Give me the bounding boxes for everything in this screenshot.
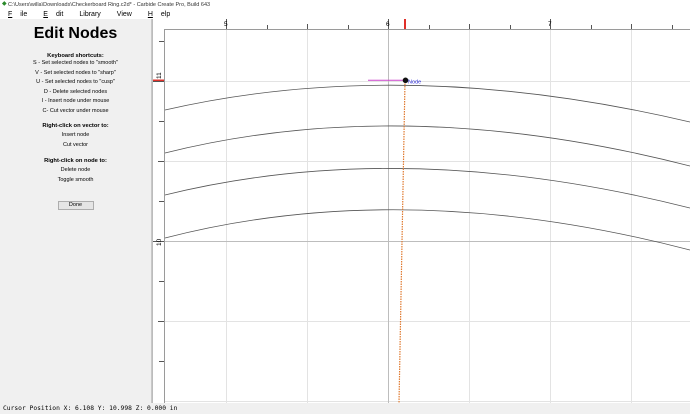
shortcut-insert: I - Insert node under mouse bbox=[41, 98, 110, 104]
done-button[interactable]: Done bbox=[57, 201, 94, 210]
curves[interactable] bbox=[164, 84, 690, 251]
cursor-position: Cursor Position X: 6.108 Y: 10.998 Z: 0.… bbox=[3, 405, 178, 412]
window-title: C:\Users\willa\Downloads\Checkerboard Ri… bbox=[8, 1, 211, 8]
menu-bar: File Edit Library View Help bbox=[0, 9, 690, 19]
shortcut-sharp: V - Set selected nodes to "sharp" bbox=[35, 69, 116, 76]
shortcut-cusp: U - Set selected nodes to "cusp" bbox=[36, 79, 115, 85]
menu-file[interactable]: File bbox=[0, 11, 35, 18]
menu-library[interactable]: Library bbox=[71, 11, 108, 18]
top-ruler-label-6: 6 bbox=[386, 21, 390, 28]
top-ruler-label-5: 5 bbox=[224, 21, 228, 28]
node-action-toggle-smooth: Toggle smooth bbox=[57, 176, 94, 183]
panel-title: Edit Nodes bbox=[33, 25, 118, 42]
curve-4[interactable] bbox=[164, 209, 690, 251]
left-ruler-label-11: 11 bbox=[156, 72, 163, 79]
node-action-delete: Delete node bbox=[60, 167, 91, 173]
left-ruler bbox=[153, 29, 164, 403]
design-canvas[interactable]: 5 6 7 11 10 Node bbox=[153, 19, 690, 403]
shortcut-smooth: S - Set selected nodes to "smooth" bbox=[33, 60, 118, 66]
shortcut-delete: D - Delete selected nodes bbox=[43, 88, 108, 95]
status-bar: Cursor Position X: 6.108 Y: 10.998 Z: 0.… bbox=[0, 403, 690, 414]
vector-actions-title: Right-click on vector to: bbox=[42, 123, 109, 129]
left-ruler-cursor-marker bbox=[153, 79, 164, 81]
menu-view[interactable]: View bbox=[109, 11, 140, 18]
top-ruler-label-7: 7 bbox=[548, 21, 552, 28]
app-window: ◆ C:\Users\willa\Downloads\Checkerboard … bbox=[0, 0, 690, 414]
top-ruler bbox=[153, 19, 690, 29]
app-icon: ◆ bbox=[2, 1, 7, 7]
menu-edit[interactable]: Edit bbox=[35, 11, 71, 18]
shortcut-cut: C- Cut vector under mouse bbox=[42, 107, 109, 114]
vector-action-cut-vector: Cut vector bbox=[62, 141, 89, 148]
vector-action-insert-node: Insert node bbox=[61, 132, 90, 138]
curve-3[interactable] bbox=[164, 168, 690, 209]
curve-2[interactable] bbox=[164, 125, 690, 167]
canvas-drawing[interactable]: 5 6 7 11 10 Node bbox=[153, 19, 690, 403]
edit-nodes-panel: Edit Nodes Keyboard shortcuts: S - Set s… bbox=[0, 19, 152, 403]
menu-help[interactable]: Help bbox=[140, 11, 178, 18]
title-bar: ◆ C:\Users\willa\Downloads\Checkerboard … bbox=[0, 0, 690, 9]
top-ruler-cursor-marker bbox=[404, 19, 406, 29]
curve-1[interactable] bbox=[164, 84, 690, 123]
left-ruler-label-10: 10 bbox=[156, 238, 163, 246]
node-label: Node bbox=[408, 80, 421, 86]
node-actions-title: Right-click on node to: bbox=[44, 158, 107, 164]
